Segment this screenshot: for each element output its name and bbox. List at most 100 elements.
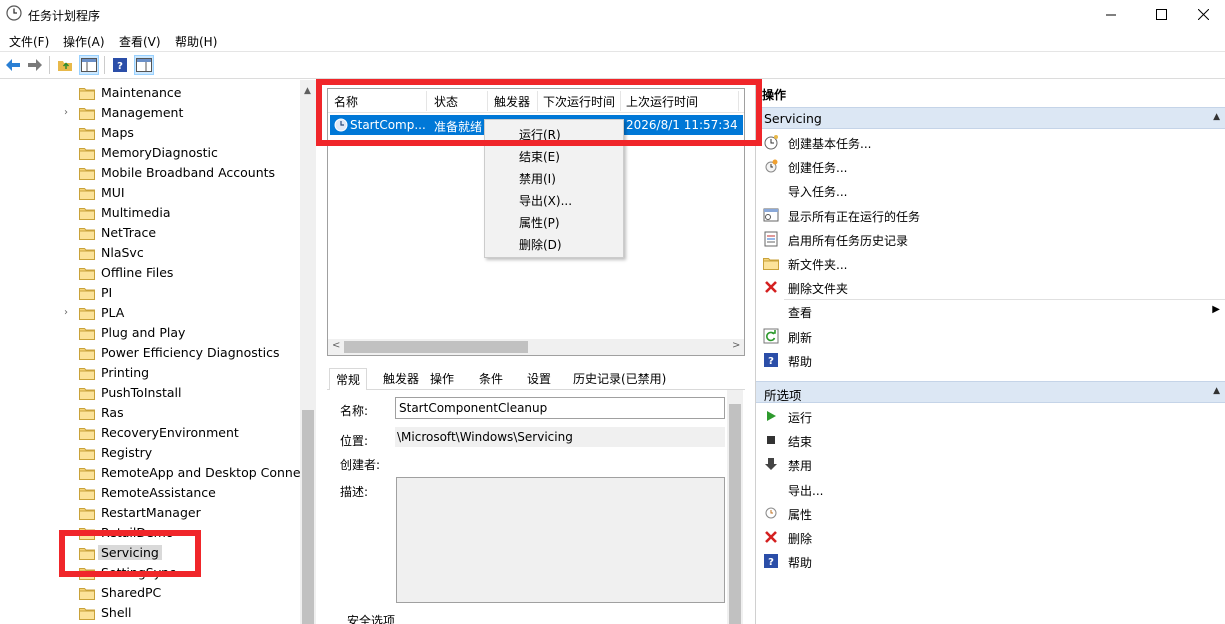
action-item[interactable]: 删除: [756, 525, 1225, 549]
action-item[interactable]: 导出...: [756, 477, 1225, 501]
tab-triggers[interactable]: 触发器: [383, 370, 419, 387]
tab-conditions[interactable]: 条件: [479, 370, 503, 387]
tree-item[interactable]: Shell: [0, 603, 300, 623]
folder-icon: [79, 206, 95, 223]
collapse-caret-icon[interactable]: ▲: [1213, 112, 1220, 122]
tree-item-label: SharedPC: [101, 585, 162, 600]
expand-arrow-icon[interactable]: ›: [64, 307, 68, 318]
tree-item[interactable]: PI: [0, 283, 300, 303]
tree-item[interactable]: RemoteApp and Desktop Connections: [0, 463, 316, 483]
action-item[interactable]: 结束: [756, 428, 1225, 452]
action-item[interactable]: 启用所有任务历史记录: [756, 227, 1225, 251]
ctx-export[interactable]: 导出(X)...: [519, 192, 572, 209]
menu-file[interactable]: 文件(F): [9, 33, 49, 50]
action-item[interactable]: 显示所有正在运行的任务: [756, 203, 1225, 227]
folder-icon: [79, 466, 95, 483]
task-location-field[interactable]: \Microsoft\Windows\Servicing: [395, 427, 725, 447]
action-item[interactable]: 禁用: [756, 452, 1225, 476]
tree-scrollbar-thumb[interactable]: [302, 410, 314, 624]
section-header-servicing[interactable]: Servicing ▲: [756, 107, 1225, 129]
show-hide-action-pane-button[interactable]: [134, 55, 154, 75]
ctx-delete[interactable]: 删除(D): [519, 236, 562, 253]
scroll-right-arrow-icon[interactable]: >: [732, 340, 740, 351]
tree-item[interactable]: Maps: [0, 123, 300, 143]
tree-item[interactable]: NlaSvc: [0, 243, 300, 263]
forward-button[interactable]: [25, 55, 45, 75]
tree-item[interactable]: Maintenance: [0, 83, 300, 103]
action-item[interactable]: 导入任务...: [756, 178, 1225, 202]
collapse-caret-icon[interactable]: ▲: [1213, 386, 1220, 396]
action-item-label: 导入任务...: [788, 185, 848, 200]
scroll-up-arrow-icon[interactable]: ▲: [304, 86, 311, 96]
folder-icon: [79, 506, 95, 523]
tree-item-label: MemoryDiagnostic: [101, 145, 218, 160]
action-item[interactable]: 属性: [756, 501, 1225, 525]
action-item[interactable]: 创建基本任务...: [756, 130, 1225, 154]
action-item-label: 运行: [788, 411, 813, 425]
close-button[interactable]: [1180, 0, 1225, 29]
tree-item[interactable]: MemoryDiagnostic: [0, 143, 300, 163]
help-toolbar-button[interactable]: ?: [110, 55, 130, 75]
details-scrollbar-thumb[interactable]: [729, 404, 741, 624]
tree-scrollbar[interactable]: ▲: [300, 80, 316, 624]
action-item[interactable]: 删除文件夹: [756, 275, 1225, 299]
action-item[interactable]: 运行: [756, 404, 1225, 428]
back-button[interactable]: [3, 55, 23, 75]
menu-action[interactable]: 操作(A): [63, 33, 105, 50]
show-hide-console-tree-button[interactable]: [79, 55, 99, 75]
tree-item[interactable]: Plug and Play: [0, 323, 300, 343]
action-item[interactable]: ? 帮助: [756, 348, 1225, 372]
ctx-properties[interactable]: 属性(P): [519, 214, 560, 231]
tree-item[interactable]: Registry: [0, 443, 300, 463]
tree-item-label: Shell: [101, 605, 132, 620]
tab-general[interactable]: 常规: [329, 368, 368, 391]
ctx-end[interactable]: 结束(E): [519, 148, 560, 165]
tree-item[interactable]: › PLA: [0, 303, 300, 323]
security-options-label: 安全选项: [345, 612, 398, 624]
tree-item[interactable]: SharedPC: [0, 583, 300, 603]
action-item-label: 结束: [788, 435, 813, 450]
folder-icon: [79, 486, 95, 503]
action-item[interactable]: 创建任务...: [756, 154, 1225, 178]
tab-actions[interactable]: 操作: [430, 370, 454, 387]
folder-icon: [79, 306, 95, 323]
help-icon: ?: [763, 553, 779, 569]
task-list-horizontal-scrollbar[interactable]: < >: [328, 339, 744, 355]
maximize-button[interactable]: [1138, 0, 1184, 29]
up-folder-button[interactable]: [55, 55, 75, 75]
horizontal-scrollbar-thumb[interactable]: [344, 341, 528, 353]
menu-view[interactable]: 查看(V): [119, 33, 161, 50]
run-icon: [763, 408, 779, 424]
tree-item[interactable]: Multimedia: [0, 203, 300, 223]
details-scrollbar[interactable]: [727, 390, 743, 624]
tree-item[interactable]: RecoveryEnvironment: [0, 423, 300, 443]
expand-arrow-icon[interactable]: ›: [64, 107, 68, 118]
tree-item[interactable]: RestartManager: [0, 503, 300, 523]
actions-header: 操作: [762, 88, 787, 102]
menu-help[interactable]: 帮助(H): [175, 33, 217, 50]
action-item[interactable]: 查看 ▶: [756, 299, 1225, 323]
tree-item[interactable]: MUI: [0, 183, 300, 203]
tree-item[interactable]: Printing: [0, 363, 300, 383]
ctx-disable[interactable]: 禁用(I): [519, 170, 556, 187]
tree-item[interactable]: RemoteAssistance: [0, 483, 300, 503]
minimize-button[interactable]: [1088, 0, 1134, 29]
tree-item[interactable]: PushToInstall: [0, 383, 300, 403]
section-header-selected-item[interactable]: 所选项 ▲: [756, 381, 1225, 403]
action-item[interactable]: 新文件夹...: [756, 251, 1225, 275]
tree-item[interactable]: Ras: [0, 403, 300, 423]
action-item[interactable]: ? 帮助: [756, 549, 1225, 573]
task-name-field[interactable]: StartComponentCleanup: [395, 397, 725, 419]
description-field[interactable]: [396, 477, 725, 603]
tree-item[interactable]: NetTrace: [0, 223, 300, 243]
tree-item[interactable]: Power Efficiency Diagnostics: [0, 343, 300, 363]
tab-settings[interactable]: 设置: [527, 370, 551, 387]
action-item[interactable]: 刷新: [756, 324, 1225, 348]
tab-history[interactable]: 历史记录(已禁用): [573, 370, 666, 387]
tree-item[interactable]: Offline Files: [0, 263, 300, 283]
stop-icon: [763, 432, 779, 448]
tree-item-label: Maps: [101, 125, 134, 140]
tree-item[interactable]: Mobile Broadband Accounts: [0, 163, 300, 183]
scroll-left-arrow-icon[interactable]: <: [332, 340, 340, 351]
tree-item[interactable]: › Management: [0, 103, 300, 123]
